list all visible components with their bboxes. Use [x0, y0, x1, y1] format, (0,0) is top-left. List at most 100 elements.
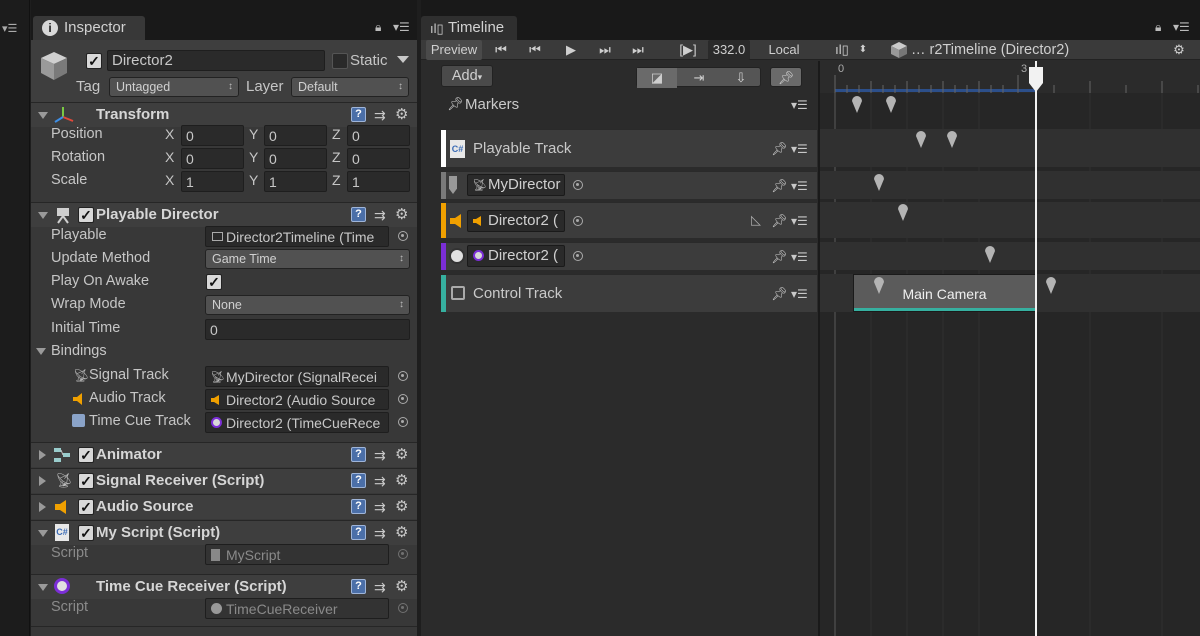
preview-button[interactable]: Preview — [426, 40, 482, 60]
replace-mode-icon[interactable]: ⇩ — [721, 68, 761, 88]
help-icon[interactable]: ? — [351, 579, 366, 594]
animator-header[interactable]: ✓ Animator ? ⇉ ⚙︎ — [31, 442, 417, 467]
lock-icon[interactable]: 🔒︎ — [375, 20, 381, 35]
track-lane[interactable] — [820, 202, 1200, 238]
foldout-arrow-icon[interactable] — [39, 502, 46, 512]
binding-field[interactable]: Director2 (TimeCueRece — [205, 412, 389, 433]
binding-field[interactable]: 📡︎ MyDirector (SignalRecei — [205, 366, 389, 387]
layer-dropdown[interactable]: Default — [291, 77, 409, 97]
rotation-z-field[interactable]: 0 — [347, 148, 410, 169]
curves-icon[interactable]: ◺ — [751, 212, 761, 228]
ripple-mode-icon[interactable]: ⇥ — [679, 68, 719, 88]
goto-end-icon[interactable]: ⏭︎ — [625, 40, 651, 60]
track-row[interactable]: 📡︎ MyDirector 📌︎ ▾☰ — [441, 171, 817, 199]
update-method-dropdown[interactable]: Game Time — [205, 249, 410, 269]
previous-frame-icon[interactable]: ⏮︎ — [523, 40, 547, 60]
inspector-tab[interactable]: i Inspector — [33, 16, 145, 40]
component-enabled-checkbox[interactable]: ✓ — [78, 207, 94, 223]
marker-icon[interactable] — [946, 128, 958, 148]
object-picker-icon[interactable] — [573, 180, 583, 190]
preset-icon[interactable]: ⇉ — [374, 474, 388, 488]
preset-icon[interactable]: ⇉ — [374, 580, 388, 594]
component-enabled-checkbox[interactable]: ✓ — [78, 447, 94, 463]
initial-time-field[interactable]: 0 — [205, 319, 410, 340]
pin-icon[interactable]: 📌︎ — [771, 141, 788, 157]
playable-director-header[interactable]: ✓ Playable Director ? ⇉ ⚙︎ — [31, 202, 417, 227]
pin-icon[interactable]: 📌︎ — [771, 213, 788, 229]
my-script-header[interactable]: C# ✓ My Script (Script) ? ⇉ ⚙︎ — [31, 520, 417, 545]
foldout-arrow-icon[interactable] — [36, 348, 46, 355]
track-menu-icon[interactable]: ▾☰ — [791, 287, 808, 301]
help-icon[interactable]: ? — [351, 473, 366, 488]
marker-icon[interactable] — [984, 243, 996, 263]
object-name-field[interactable]: Director2 — [107, 50, 325, 71]
tag-dropdown[interactable]: Untagged — [109, 77, 239, 97]
pin-icon[interactable]: 📌︎ — [771, 286, 788, 302]
static-dropdown-icon[interactable] — [397, 56, 409, 63]
track-menu-icon[interactable]: ▾☰ — [791, 179, 808, 193]
help-icon[interactable]: ? — [351, 207, 366, 222]
track-lane[interactable] — [820, 129, 1200, 167]
playable-asset-field[interactable]: Director2Timeline (Time — [205, 226, 389, 247]
time-cue-receiver-header[interactable]: Time Cue Receiver (Script) ? ⇉ ⚙︎ — [31, 574, 417, 599]
gear-icon[interactable]: ⚙︎ — [395, 579, 408, 594]
track-binding-field[interactable]: Director2 ( — [467, 245, 565, 267]
component-enabled-checkbox[interactable]: ✓ — [78, 473, 94, 489]
timeline-tab[interactable]: ıl▯ Timeline — [421, 16, 517, 40]
panel-menu-icon[interactable]: ▾☰ — [1173, 20, 1190, 34]
preset-icon[interactable]: ⇉ — [374, 208, 388, 222]
object-picker-icon[interactable] — [573, 216, 583, 226]
gear-icon[interactable]: ⚙︎ — [395, 473, 408, 488]
object-picker-icon[interactable] — [398, 417, 408, 427]
gear-icon[interactable]: ⚙︎ — [395, 499, 408, 514]
position-y-field[interactable]: 0 — [264, 125, 327, 146]
add-button[interactable]: Add▾ — [441, 65, 493, 87]
track-header-toggle-icon[interactable]: ıl▯ — [831, 40, 853, 60]
signal-receiver-header[interactable]: 📡︎ ✓ Signal Receiver (Script) ? ⇉ ⚙︎ — [31, 468, 417, 493]
pin-icon[interactable]: 📌︎ — [771, 178, 788, 194]
marker-icon[interactable] — [897, 201, 909, 221]
foldout-arrow-icon[interactable] — [38, 530, 48, 537]
play-on-awake-checkbox[interactable]: ✓ — [206, 274, 222, 290]
track-row[interactable]: Director2 ( 📌︎ ▾☰ — [441, 242, 817, 270]
component-enabled-checkbox[interactable]: ✓ — [78, 499, 94, 515]
marker-icon[interactable] — [873, 171, 885, 191]
position-z-field[interactable]: 0 — [347, 125, 410, 146]
scale-y-field[interactable]: 1 — [264, 171, 327, 192]
transform-header[interactable]: Transform ? ⇉ ⚙︎ — [31, 102, 417, 127]
mix-mode-icon[interactable]: ◪ — [637, 68, 677, 88]
scale-z-field[interactable]: 1 — [347, 171, 410, 192]
help-icon[interactable]: ? — [351, 525, 366, 540]
marker-icon[interactable] — [873, 274, 885, 294]
preset-icon[interactable]: ⇉ — [374, 526, 388, 540]
gear-icon[interactable]: ⚙︎ — [395, 447, 408, 462]
gear-icon[interactable]: ⚙︎ — [1169, 40, 1189, 60]
wrap-mode-dropdown[interactable]: None — [205, 295, 410, 315]
marker-icon[interactable] — [1045, 274, 1057, 294]
frame-field[interactable]: 332.0 — [708, 40, 750, 60]
track-content-area[interactable]: 0 3 Main Camera — [818, 61, 1200, 636]
help-icon[interactable]: ? — [351, 499, 366, 514]
position-x-field[interactable]: 0 — [181, 125, 244, 146]
marker-icon[interactable] — [885, 93, 897, 113]
object-picker-icon[interactable] — [398, 371, 408, 381]
gear-icon[interactable]: ⚙︎ — [395, 525, 408, 540]
stepper-icon[interactable]: ⬍ — [857, 40, 869, 60]
scale-x-field[interactable]: 1 — [181, 171, 244, 192]
playhead-handle-icon[interactable] — [1028, 65, 1044, 93]
foldout-arrow-icon[interactable] — [39, 450, 46, 460]
track-menu-icon[interactable]: ▾☰ — [791, 98, 808, 112]
gear-icon[interactable]: ⚙︎ — [395, 207, 408, 222]
breadcrumb[interactable]: … r2Timeline (Director2) — [911, 40, 1091, 60]
component-enabled-checkbox[interactable]: ✓ — [78, 525, 94, 541]
track-binding-field[interactable]: Director2 ( — [467, 210, 565, 232]
goto-start-icon[interactable]: ⏮︎ — [489, 40, 513, 60]
track-menu-icon[interactable]: ▾☰ — [791, 250, 808, 264]
next-frame-icon[interactable]: ⏭︎ — [593, 40, 617, 60]
track-binding-field[interactable]: 📡︎ MyDirector — [467, 174, 565, 196]
gear-icon[interactable]: ⚙︎ — [395, 107, 408, 122]
marker-icon[interactable] — [915, 128, 927, 148]
active-checkbox[interactable]: ✓ — [86, 53, 102, 69]
local-button[interactable]: Local — [765, 40, 803, 60]
foldout-arrow-icon[interactable] — [38, 112, 48, 119]
